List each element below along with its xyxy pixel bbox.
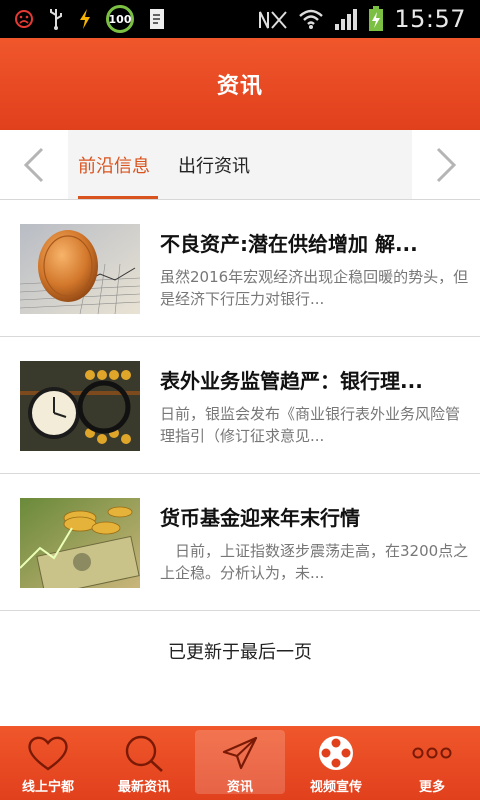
app-header: 资讯 [0, 38, 480, 130]
tab-travel-info[interactable]: 出行资讯 [178, 130, 250, 199]
status-bar: 100 15:57 [0, 0, 480, 38]
tab-scroll-left-button[interactable] [0, 130, 68, 199]
bottom-navigation: 线上宁都 最新资讯 资讯 视频宣传 更多 [0, 726, 480, 800]
coin-chart-icon [20, 224, 140, 314]
clock: 15:57 [394, 5, 466, 33]
angry-face-icon [14, 9, 34, 29]
money-coins-icon [20, 498, 140, 588]
article-title: 表外业务监管趋严：银行理... [160, 369, 423, 393]
list-item[interactable]: 不良资产:潜在供给增加 解... 虽然2016年宏观经济出现企稳回暖的势头，但是… [0, 200, 480, 337]
list-item[interactable]: 货币基金迎来年末行情 日前，上证指数逐步震荡走高，在3200点之上企稳。分析认为… [0, 474, 480, 611]
lightning-icon [78, 8, 92, 30]
nav-label: 视频宣传 [309, 780, 362, 795]
tab-scroll-right-button[interactable] [412, 130, 480, 199]
nav-item-online-ningdu[interactable]: 线上宁都 [0, 726, 96, 800]
list-item[interactable]: 表外业务监管趋严：银行理... 日前，银监会发布《商业银行表外业务风险管理指引（… [0, 337, 480, 474]
tab-frontier-info[interactable]: 前沿信息 [78, 130, 150, 199]
usb-icon [48, 7, 64, 31]
document-icon [148, 7, 168, 31]
wifi-icon [298, 8, 324, 30]
battery-saver-badge: 100 [106, 5, 134, 33]
article-summary: 日前，上证指数逐步震荡走高，在3200点之上企稳。分析认为，未... [160, 542, 469, 582]
more-dots-icon [410, 734, 454, 772]
nav-item-more[interactable]: 更多 [384, 726, 480, 800]
active-tab-indicator [78, 196, 158, 199]
article-title: 不良资产:潜在供给增加 解... [160, 232, 418, 256]
article-title: 货币基金迎来年末行情 [160, 506, 360, 530]
search-icon [122, 734, 166, 772]
heart-icon [26, 734, 70, 772]
page-title: 资讯 [216, 74, 263, 99]
last-page-notice: 已更新于最后一页 [168, 642, 312, 663]
nav-item-news[interactable]: 资讯 [192, 726, 288, 800]
chevron-left-icon [23, 147, 44, 182]
no-sim-icon [258, 8, 288, 30]
nav-label: 最新资讯 [117, 780, 170, 795]
category-tab-strip: 前沿信息 出行资讯 [0, 130, 480, 200]
article-list: 不良资产:潜在供给增加 解... 虽然2016年宏观经济出现企稳回暖的势头，但是… [0, 200, 480, 611]
signal-icon [334, 8, 358, 30]
send-icon [218, 734, 262, 772]
film-reel-icon [314, 734, 358, 772]
article-summary: 日前，银监会发布《商业银行表外业务风险管理指引（修订征求意见... [160, 405, 461, 445]
nav-label: 资讯 [226, 780, 253, 795]
nav-label: 线上宁都 [21, 780, 74, 795]
nav-label: 更多 [418, 780, 445, 795]
chevron-right-icon [436, 147, 457, 182]
battery-charging-icon [368, 6, 384, 32]
article-summary: 虽然2016年宏观经济出现企稳回暖的势头，但是经济下行压力对银行... [160, 268, 469, 308]
abacus-clock-icon [20, 361, 140, 451]
nav-item-latest-news[interactable]: 最新资讯 [96, 726, 192, 800]
nav-item-video-promo[interactable]: 视频宣传 [288, 726, 384, 800]
